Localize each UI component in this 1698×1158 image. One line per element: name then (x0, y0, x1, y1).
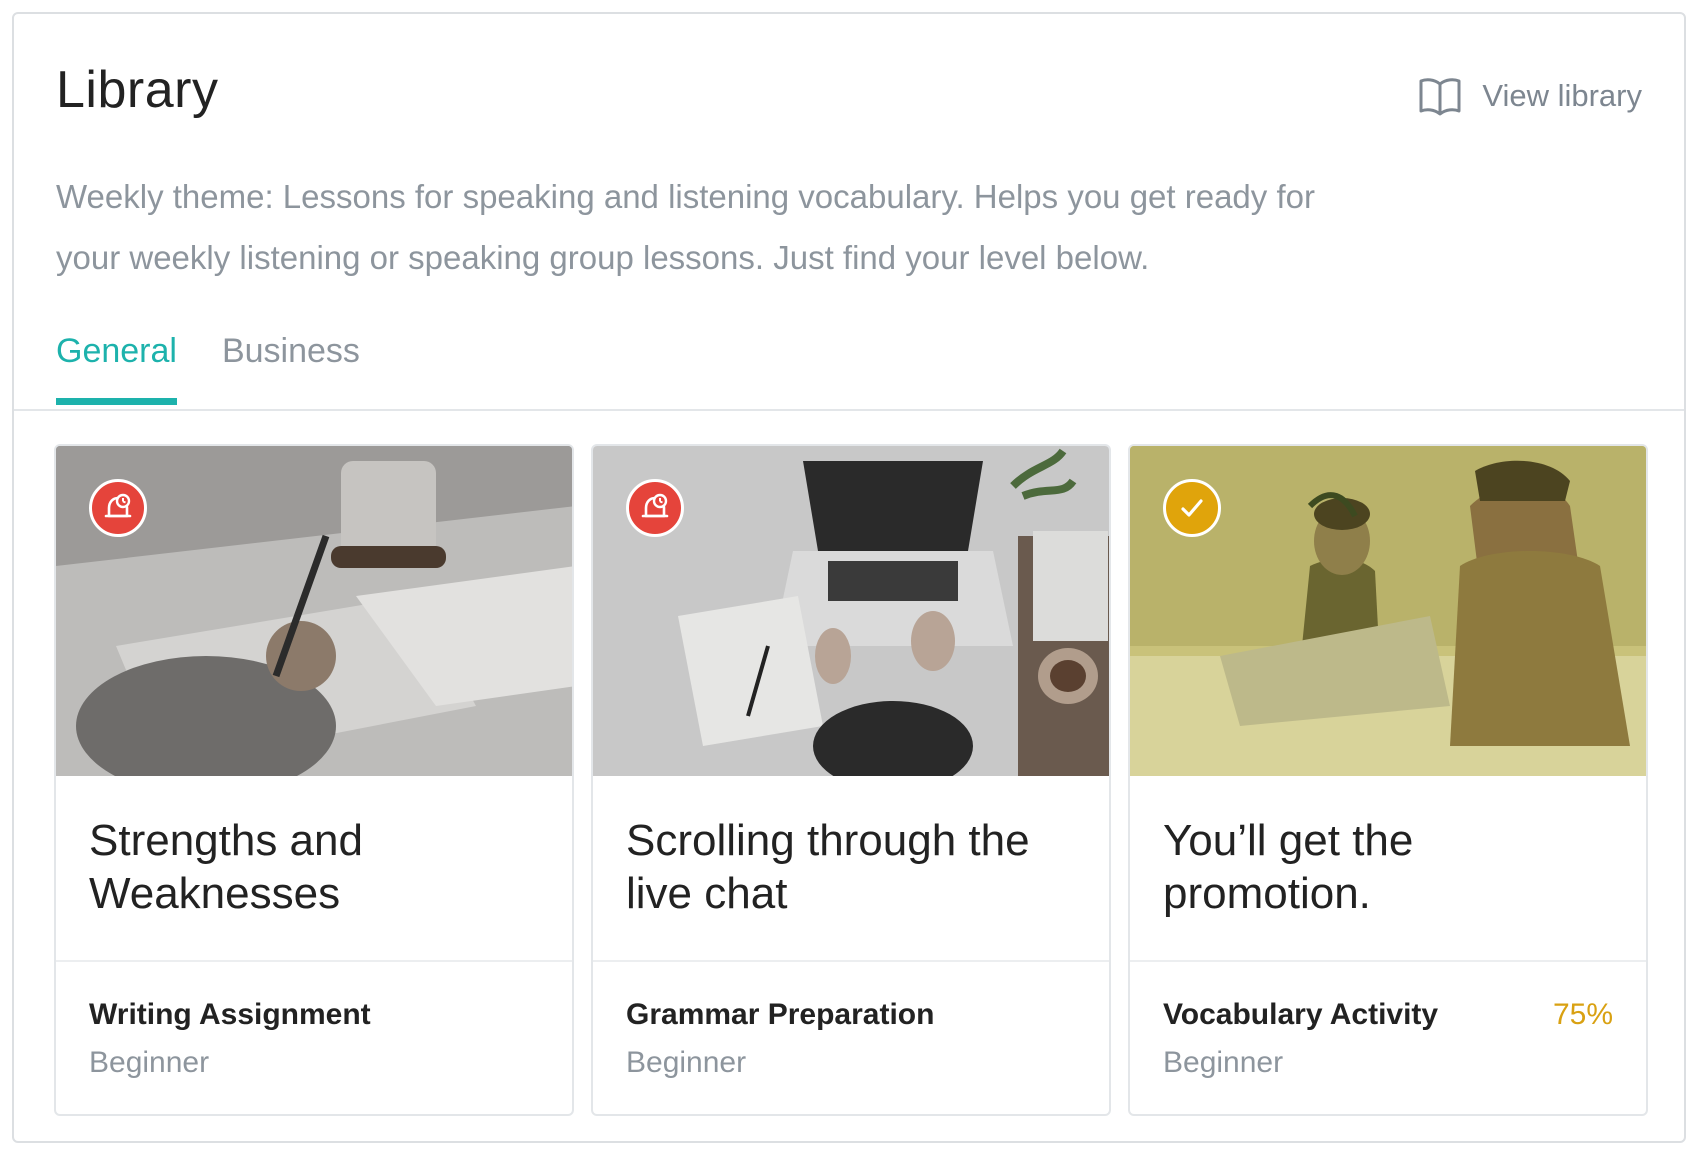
view-library-link[interactable]: View library (1418, 76, 1642, 116)
card-divider (1130, 960, 1646, 962)
tab-business[interactable]: Business (222, 332, 360, 401)
tab-bar: General Business (56, 332, 360, 405)
card-divider (56, 960, 572, 962)
alarm-bell-icon (626, 479, 684, 537)
library-panel: Library View library Weekly theme: Lesso… (12, 12, 1686, 1143)
lesson-title: Scrolling through the live chat (626, 816, 1030, 918)
lesson-progress: 75% (1552, 998, 1613, 1031)
lesson-card[interactable]: You’ll get the promotion. Vocabulary Act… (1128, 444, 1648, 1116)
card-divider (593, 960, 1109, 962)
lesson-level: Beginner (89, 1046, 210, 1079)
lesson-level: Beginner (626, 1046, 747, 1079)
lesson-thumbnail (1130, 446, 1646, 776)
alarm-bell-icon (89, 479, 147, 537)
tabs-divider (14, 409, 1684, 411)
lesson-level: Beginner (1163, 1046, 1284, 1079)
lesson-card[interactable]: Strengths and Weaknesses Writing Assignm… (54, 444, 574, 1116)
lesson-thumbnail (593, 446, 1109, 776)
lesson-card[interactable]: Scrolling through the live chat Grammar … (591, 444, 1111, 1116)
page-title: Library (56, 61, 219, 119)
checkmark-icon (1163, 479, 1221, 537)
book-icon (1418, 76, 1462, 116)
view-library-label: View library (1482, 78, 1642, 113)
lesson-thumbnail (56, 446, 572, 776)
weekly-theme-description: Weekly theme: Lessons for speaking and l… (56, 178, 1315, 276)
lesson-type: Vocabulary Activity (1163, 998, 1439, 1031)
lesson-title: Strengths and Weaknesses (89, 816, 363, 918)
lesson-type: Writing Assignment (89, 998, 371, 1031)
lesson-title: You’ll get the promotion. (1163, 816, 1414, 918)
tab-general[interactable]: General (56, 332, 177, 405)
lesson-type: Grammar Preparation (626, 998, 935, 1031)
